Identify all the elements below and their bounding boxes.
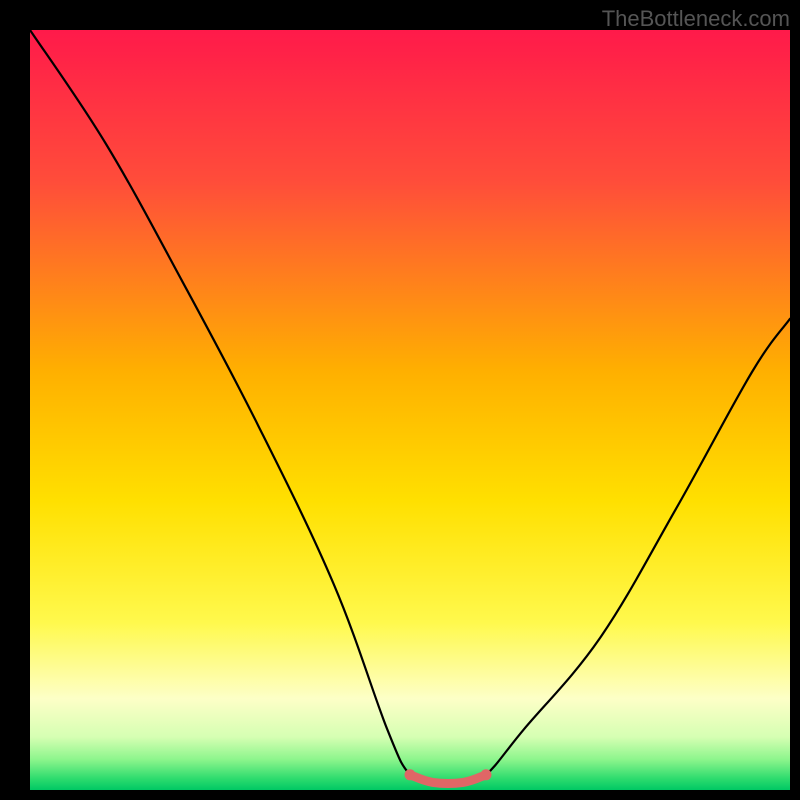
bottleneck-curve-line (30, 30, 790, 783)
optimal-zone-dot-left (405, 769, 416, 780)
watermark-text: TheBottleneck.com (602, 6, 790, 32)
optimal-zone-marker (410, 775, 486, 784)
chart-plot-area (30, 30, 790, 790)
optimal-zone-dot-right (481, 769, 492, 780)
chart-svg (30, 30, 790, 790)
